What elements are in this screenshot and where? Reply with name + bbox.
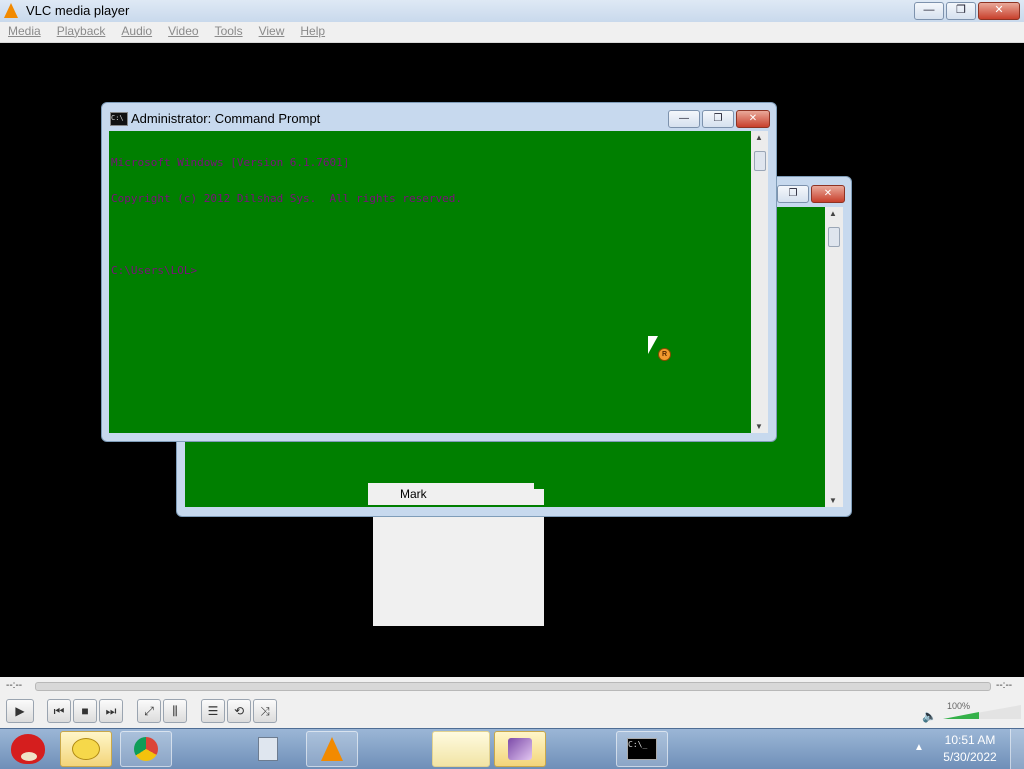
cmd-taskbar-icon: C:\_ bbox=[627, 738, 657, 760]
seek-row: --:-- --:-- bbox=[0, 677, 1024, 695]
menu-bar: Media Playback Audio Video Tools View Help bbox=[0, 22, 1024, 43]
taskbar-paint[interactable] bbox=[494, 731, 546, 767]
cmd-title: Administrator: Command Prompt bbox=[131, 111, 321, 126]
playlist-button[interactable]: ☰ bbox=[201, 699, 225, 723]
clock-date: 5/30/2022 bbox=[943, 750, 997, 764]
taskbar-highlighted-window[interactable] bbox=[432, 731, 490, 767]
restore-button[interactable]: ❐ bbox=[946, 2, 976, 20]
cmd-minimize-button[interactable]: — bbox=[668, 110, 700, 128]
shuffle-button[interactable]: ⤨ bbox=[253, 699, 277, 723]
paint-icon bbox=[508, 738, 532, 760]
mouse-cursor-icon bbox=[648, 336, 658, 354]
menu-help[interactable]: Help bbox=[292, 22, 333, 38]
start-button[interactable] bbox=[2, 729, 54, 769]
minimize-button[interactable]: — bbox=[914, 2, 944, 20]
cmd-icon: C:\ bbox=[110, 112, 128, 126]
vlc-cone-icon bbox=[4, 3, 18, 18]
back-scroll-up-icon[interactable]: ▲ bbox=[829, 209, 837, 218]
cmd-restore-button[interactable]: ❐ bbox=[702, 110, 734, 128]
context-menu-body bbox=[373, 517, 544, 626]
elapsed-time: --:-- bbox=[6, 680, 23, 691]
clock-time: 10:51 AM bbox=[944, 733, 996, 747]
back-scrollbar-thumb[interactable] bbox=[828, 227, 840, 247]
menu-audio[interactable]: Audio bbox=[113, 22, 160, 38]
seek-slider[interactable] bbox=[35, 682, 991, 691]
console-prompt: C:\Users\LOL> bbox=[111, 264, 198, 277]
calculator-icon bbox=[258, 737, 278, 761]
scroll-up-icon[interactable]: ▲ bbox=[755, 133, 763, 142]
volume-icon[interactable]: 🔈 bbox=[922, 709, 937, 723]
context-menu: Mark bbox=[368, 483, 544, 626]
taskbar-chrome[interactable] bbox=[120, 731, 172, 767]
cmd-scrollbar-thumb[interactable] bbox=[754, 151, 766, 171]
chrome-icon bbox=[134, 737, 158, 761]
back-restore-button[interactable]: ❐ bbox=[777, 185, 809, 203]
next-button[interactable]: ⏭ bbox=[99, 699, 123, 723]
controls-bar: ▶ ⏮ ■ ⏭ ⤢ ⫼ ☰ ⟲ ⤨ 🔈 100% bbox=[0, 695, 1024, 728]
taskbar-eggs-app[interactable] bbox=[60, 731, 112, 767]
cmd-window[interactable]: C:\ Administrator: Command Prompt — ❐ ✕ … bbox=[101, 102, 777, 442]
cmd-title-bar[interactable]: C:\ Administrator: Command Prompt — ❐ ✕ bbox=[102, 103, 776, 131]
console-line: Copyright (c) 2012 Dilshad Sys. All righ… bbox=[111, 192, 462, 205]
loop-button[interactable]: ⟲ bbox=[227, 699, 251, 723]
taskbar: C:\_ ▲ 10:51 AM 5/30/2022 bbox=[0, 728, 1024, 769]
back-scrollbar[interactable]: ▲ ▼ bbox=[825, 207, 843, 507]
close-button[interactable]: ✕ bbox=[978, 2, 1020, 20]
cursor-badge-icon: R bbox=[658, 348, 671, 361]
clock[interactable]: 10:51 AM 5/30/2022 bbox=[934, 732, 1006, 766]
fullscreen-button[interactable]: ⤢ bbox=[137, 699, 161, 723]
eggs-icon bbox=[72, 738, 100, 760]
extended-settings-button[interactable]: ⫼ bbox=[163, 699, 187, 723]
remaining-time[interactable]: --:-- bbox=[996, 680, 1012, 691]
menu-tools[interactable]: Tools bbox=[207, 22, 251, 38]
taskbar-vlc[interactable] bbox=[306, 731, 358, 767]
angry-bird-start-icon bbox=[11, 734, 45, 764]
play-button[interactable]: ▶ bbox=[6, 699, 34, 723]
menu-view[interactable]: View bbox=[251, 22, 293, 38]
console-output[interactable]: Microsoft Windows [Version 6.1.7601] Cop… bbox=[109, 131, 751, 433]
taskbar-calculator[interactable] bbox=[242, 731, 294, 767]
menu-video[interactable]: Video bbox=[160, 22, 206, 38]
window-title: VLC media player bbox=[26, 3, 130, 18]
show-desktop-button[interactable] bbox=[1010, 729, 1024, 769]
previous-button[interactable]: ⏮ bbox=[47, 699, 71, 723]
menu-item-mark[interactable]: Mark bbox=[368, 483, 534, 505]
tray-expand-icon[interactable]: ▲ bbox=[914, 742, 924, 753]
taskbar-cmd[interactable]: C:\_ bbox=[616, 731, 668, 767]
back-scroll-down-icon[interactable]: ▼ bbox=[829, 496, 837, 505]
menu-playback[interactable]: Playback bbox=[49, 22, 114, 38]
volume-level bbox=[943, 712, 979, 719]
cmd-close-button[interactable]: ✕ bbox=[736, 110, 770, 128]
menu-media[interactable]: Media bbox=[0, 22, 49, 38]
stop-button[interactable]: ■ bbox=[73, 699, 97, 723]
vlc-icon bbox=[321, 737, 343, 761]
vlc-title-bar: VLC media player — ❐ ✕ bbox=[0, 0, 1024, 23]
context-menu-edge bbox=[534, 489, 544, 505]
cmd-scrollbar[interactable]: ▲ ▼ bbox=[751, 131, 768, 433]
console-line: Microsoft Windows [Version 6.1.7601] bbox=[111, 156, 350, 169]
back-close-button[interactable]: ✕ bbox=[811, 185, 845, 203]
scroll-down-icon[interactable]: ▼ bbox=[755, 422, 763, 431]
